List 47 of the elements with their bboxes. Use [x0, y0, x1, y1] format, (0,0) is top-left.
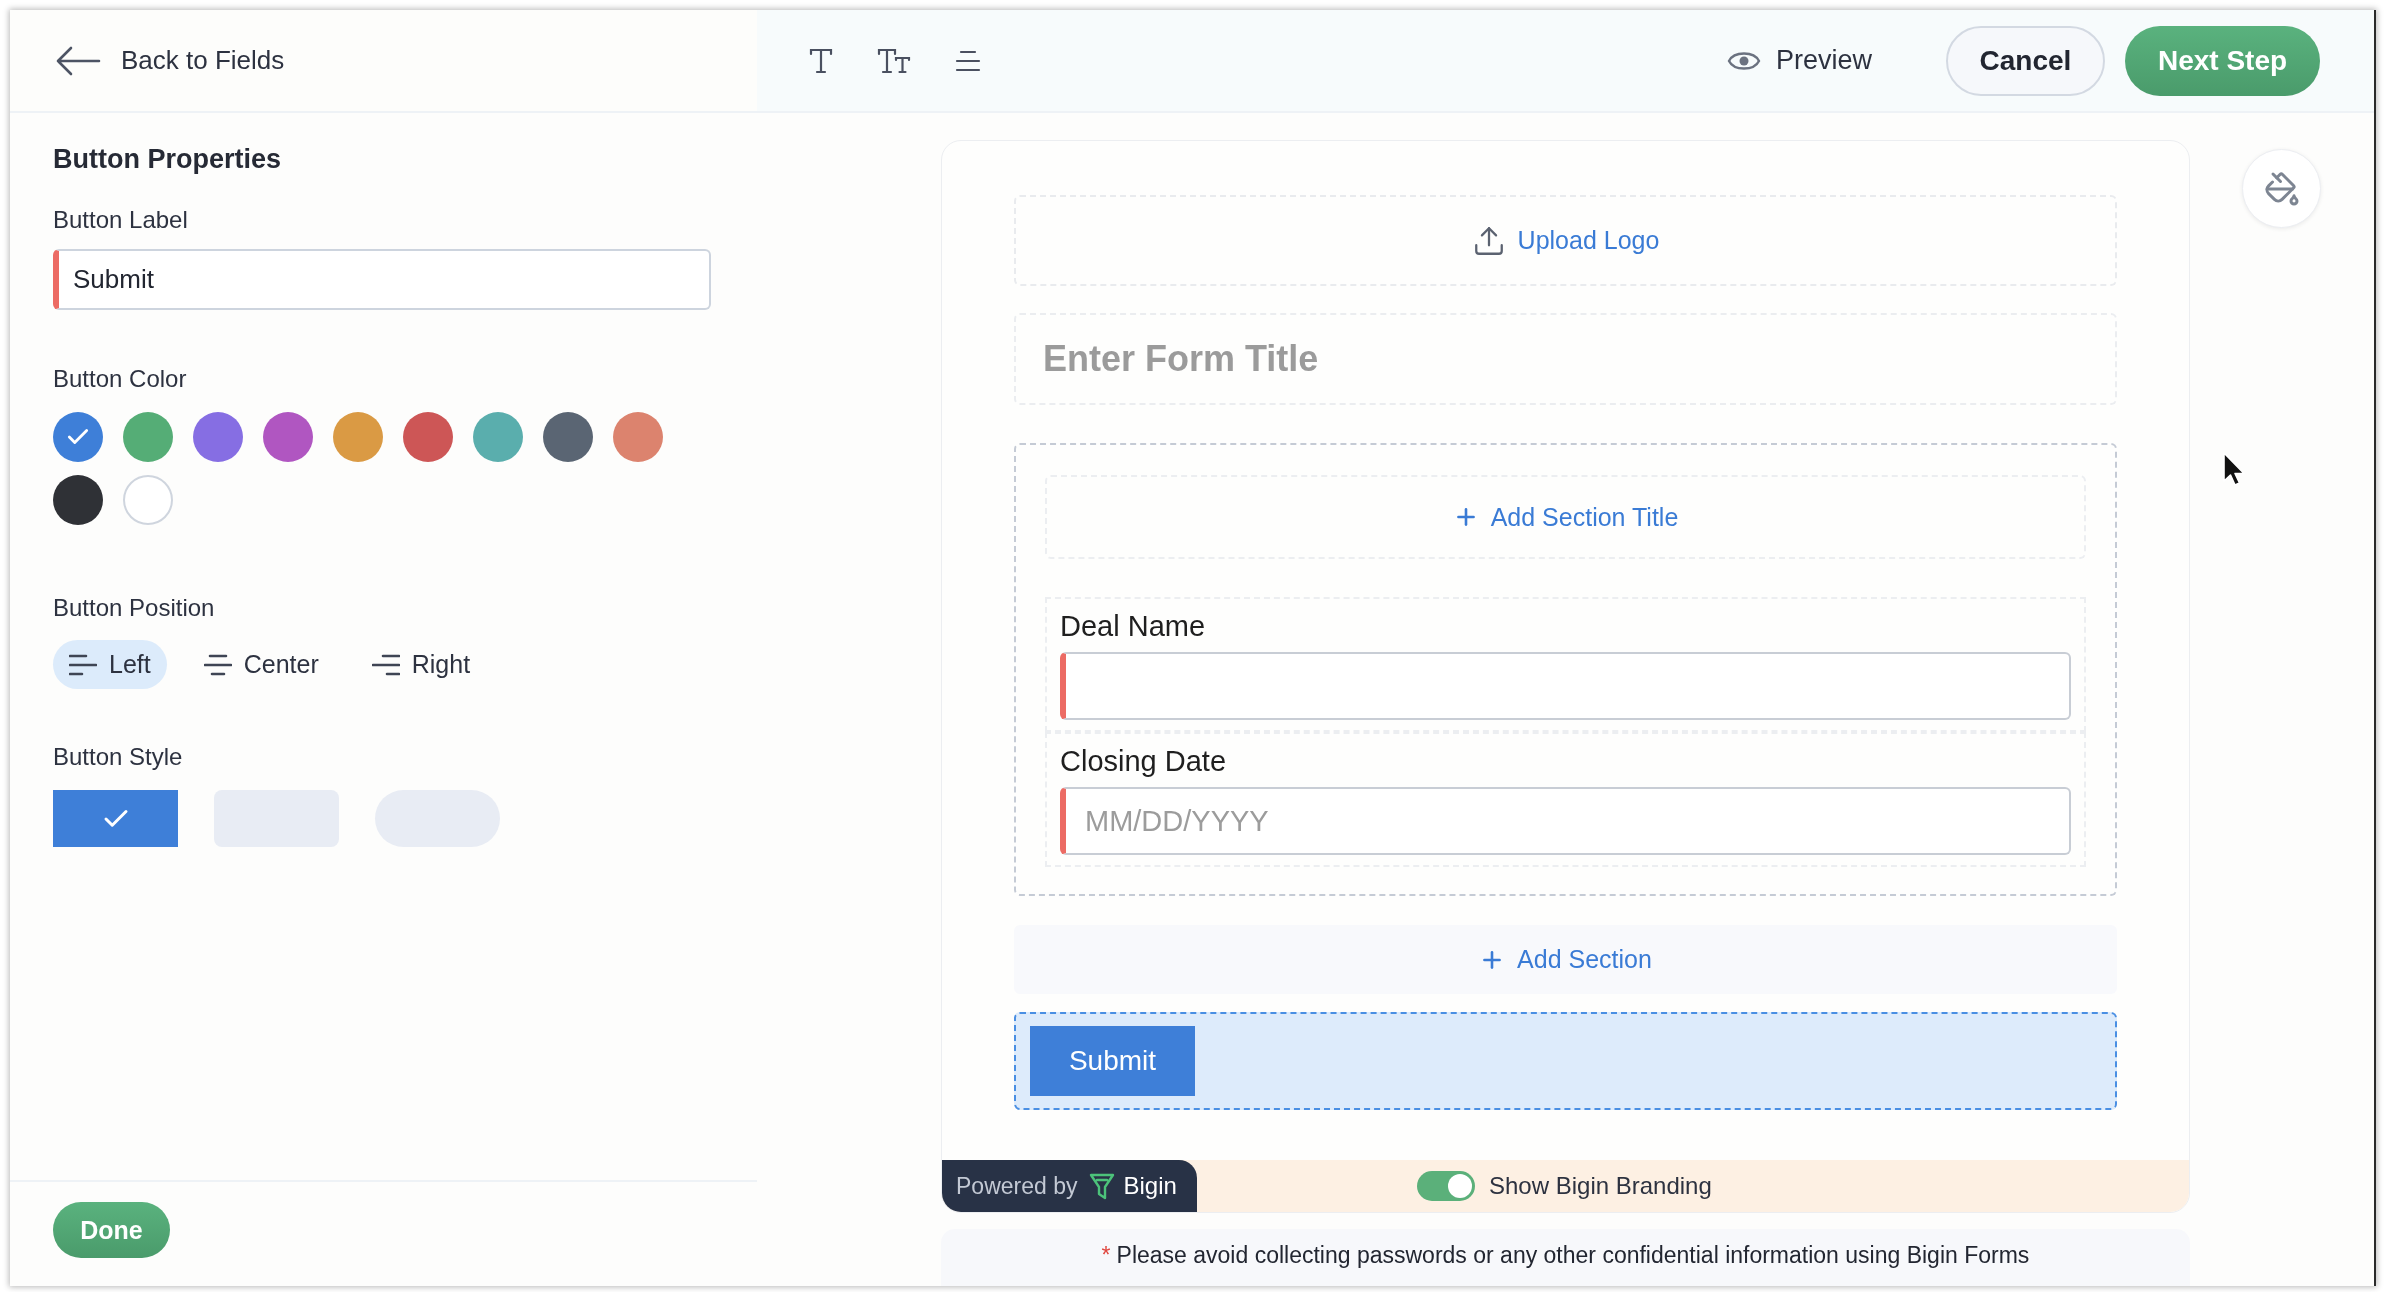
preview-link[interactable]: Preview [1726, 45, 1872, 76]
position-option[interactable]: Right [355, 640, 487, 689]
branding-toggle[interactable] [1417, 1171, 1475, 1201]
add-section-title-button[interactable]: Add Section Title [1045, 475, 2086, 559]
text-input[interactable] [1060, 652, 2071, 720]
color-swatch[interactable] [543, 412, 593, 462]
form-title-input[interactable]: Enter Form Title [1014, 313, 2117, 405]
upload-logo-button[interactable]: Upload Logo [1014, 195, 2117, 286]
add-section-button[interactable]: Add Section [1014, 925, 2117, 994]
toggle-label: Show Bigin Branding [1489, 1172, 1712, 1200]
field-label: Deal Name [1060, 609, 1207, 643]
notice-text: Please avoid collecting passwords or any other confidential information using Bigin Forms [1116, 1241, 2030, 1269]
field-label: Button Color [53, 364, 188, 394]
submit-button[interactable]: Submit [1030, 1026, 1195, 1096]
align-left-icon [69, 652, 97, 677]
color-swatch[interactable] [333, 412, 383, 462]
panel-title: Button Properties [53, 143, 282, 175]
align-center-icon [203, 652, 232, 677]
position-option[interactable]: Center [187, 640, 335, 689]
field-label: Button Label [53, 205, 189, 235]
arrow-left-icon [55, 44, 101, 77]
color-swatch[interactable] [473, 412, 523, 462]
button-label-input[interactable]: Submit [53, 249, 711, 310]
field-label: Button Position [53, 593, 216, 623]
color-swatch[interactable] [263, 412, 313, 462]
field-label: Button Style [53, 742, 184, 772]
color-swatch[interactable] [53, 475, 103, 525]
brand-name: Bigin [1123, 1172, 1177, 1200]
cancel-button[interactable]: Cancel [1946, 25, 2105, 96]
text-input[interactable]: MM/DD/YYYY [1060, 787, 2071, 855]
position-option[interactable]: Left [53, 640, 167, 689]
color-swatch[interactable] [403, 412, 453, 462]
color-swatch[interactable] [193, 412, 243, 462]
color-swatch[interactable] [613, 412, 663, 462]
color-swatch[interactable] [123, 412, 173, 462]
color-swatch[interactable] [53, 412, 103, 462]
align-right-icon [371, 652, 400, 677]
text-icon[interactable] [809, 47, 833, 74]
powered-by-text: Powered by [956, 1172, 1078, 1200]
align-icon[interactable] [955, 49, 981, 72]
field-label: Closing Date [1060, 744, 1228, 778]
text-size-icon[interactable] [877, 47, 911, 74]
paint-bucket-icon [2263, 170, 2300, 207]
color-swatch[interactable] [123, 475, 173, 525]
back-link[interactable]: Back to Fields [55, 44, 285, 77]
required-mark: * [1101, 1241, 1111, 1269]
funnel-logo-icon [1089, 1172, 1116, 1200]
